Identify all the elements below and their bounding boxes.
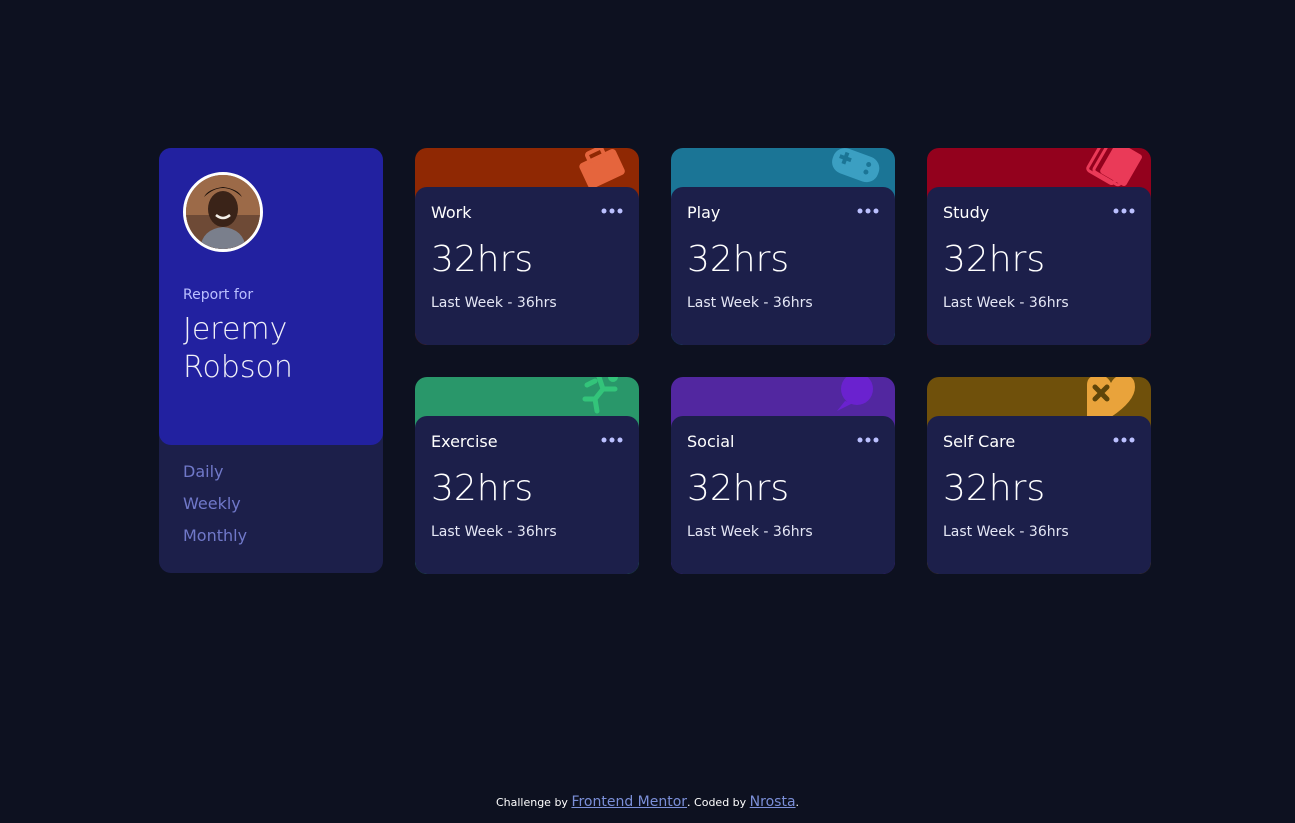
ellipsis-icon[interactable] xyxy=(857,207,879,215)
period-weekly[interactable]: Weekly xyxy=(183,492,247,524)
frontend-mentor-link[interactable]: Frontend Mentor xyxy=(571,794,687,810)
activity-title: Study xyxy=(943,203,990,222)
activity-body: Self Care 32hrs Last Week - 36hrs xyxy=(927,416,1151,574)
period-daily[interactable]: Daily xyxy=(183,460,247,492)
activity-card-social: Social 32hrs Last Week - 36hrs xyxy=(671,377,895,574)
challenge-prefix: Challenge by xyxy=(495,796,568,809)
activity-card-self-care: Self Care 32hrs Last Week - 36hrs xyxy=(927,377,1151,574)
activity-previous-hours: Last Week - 36hrs xyxy=(431,295,557,311)
ellipsis-icon[interactable] xyxy=(1113,436,1135,444)
ellipsis-icon[interactable] xyxy=(601,436,623,444)
ellipsis-icon[interactable] xyxy=(601,207,623,215)
attribution-footer: Challenge by Frontend Mentor. Coded by N… xyxy=(0,794,1295,810)
avatar xyxy=(183,172,263,252)
activity-card-work: Work 32hrs Last Week - 36hrs xyxy=(415,148,639,345)
runner-icon xyxy=(582,377,618,414)
activity-current-hours: 32hrs xyxy=(943,239,1046,280)
activity-body: Exercise 32hrs Last Week - 36hrs xyxy=(415,416,639,574)
user-name: Jeremy Robson xyxy=(183,312,293,385)
activity-previous-hours: Last Week - 36hrs xyxy=(943,524,1069,540)
activity-current-hours: 32hrs xyxy=(943,468,1046,509)
heart-bandage-icon xyxy=(1087,377,1135,417)
activity-card-play: Play 32hrs Last Week - 36hrs xyxy=(671,148,895,345)
activity-title: Work xyxy=(431,203,472,222)
activity-title: Play xyxy=(687,203,721,222)
briefcase-icon xyxy=(579,148,625,189)
activity-body: Work 32hrs Last Week - 36hrs xyxy=(415,187,639,345)
activity-previous-hours: Last Week - 36hrs xyxy=(943,295,1069,311)
activity-body: Study 32hrs Last Week - 36hrs xyxy=(927,187,1151,345)
activity-card-study: Study 32hrs Last Week - 36hrs xyxy=(927,148,1151,345)
coded-prefix: . Coded by xyxy=(687,796,747,809)
gamepad-icon xyxy=(832,148,880,183)
activity-title: Social xyxy=(687,432,735,451)
ellipsis-icon[interactable] xyxy=(1113,207,1135,215)
activity-current-hours: 32hrs xyxy=(431,239,534,280)
report-for-label: Report for xyxy=(183,287,254,303)
period-selector: Daily Weekly Monthly xyxy=(183,460,247,556)
author-link[interactable]: Nrosta xyxy=(750,794,796,810)
activity-previous-hours: Last Week - 36hrs xyxy=(687,295,813,311)
chat-icon xyxy=(837,377,873,411)
activity-previous-hours: Last Week - 36hrs xyxy=(687,524,813,540)
books-icon xyxy=(1086,148,1142,187)
activity-current-hours: 32hrs xyxy=(687,468,790,509)
activity-previous-hours: Last Week - 36hrs xyxy=(431,524,557,540)
activity-title: Exercise xyxy=(431,432,498,451)
ellipsis-icon[interactable] xyxy=(857,436,879,444)
activity-current-hours: 32hrs xyxy=(431,468,534,509)
time-tracking-dashboard: Report for Jeremy Robson Daily Weekly Mo… xyxy=(159,148,1151,574)
profile-header: Report for Jeremy Robson xyxy=(159,148,383,445)
period-monthly[interactable]: Monthly xyxy=(183,524,247,556)
activity-body: Play 32hrs Last Week - 36hrs xyxy=(671,187,895,345)
activity-current-hours: 32hrs xyxy=(687,239,790,280)
activity-card-exercise: Exercise 32hrs Last Week - 36hrs xyxy=(415,377,639,574)
profile-card: Report for Jeremy Robson Daily Weekly Mo… xyxy=(159,148,383,573)
activity-body: Social 32hrs Last Week - 36hrs xyxy=(671,416,895,574)
activity-title: Self Care xyxy=(943,432,1016,451)
footer-suffix: . xyxy=(795,796,800,809)
